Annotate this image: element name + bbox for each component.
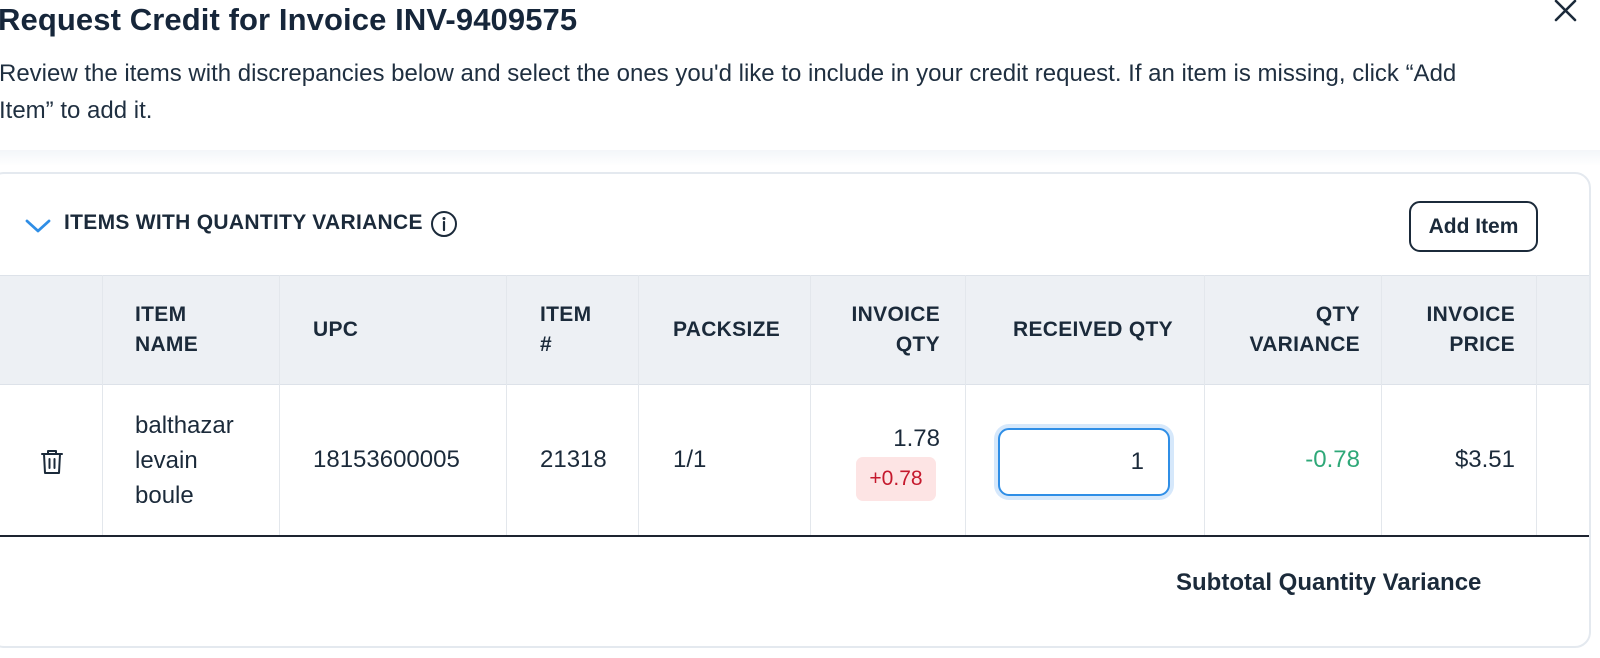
section-title: ITEMS WITH QUANTITY VARIANCE — [64, 211, 423, 234]
item-name-line1: balthazar — [135, 411, 234, 439]
trash-icon — [41, 450, 63, 474]
delete-row-button[interactable] — [40, 448, 64, 476]
col-header-qty-variance-line1: QTY — [1315, 303, 1360, 326]
header-divider-shadow — [0, 150, 1600, 166]
col-header-item-number-line2: # — [540, 333, 552, 356]
collapse-toggle[interactable] — [24, 216, 52, 236]
cell-packsize: 1/1 — [673, 446, 707, 473]
col-header-invoice-price-line2: PRICE — [1449, 333, 1515, 356]
item-name-line3: boule — [135, 481, 194, 509]
cell-item-name: balthazar levain boule — [135, 385, 275, 535]
col-header-invoice-qty-line1: INVOICE — [851, 303, 940, 326]
section-header: ITEMS WITH QUANTITY VARIANCE Add Item — [0, 174, 1589, 280]
col-header-item-number-line1: ITEM — [540, 303, 592, 326]
cell-invoice-price: $3.51 — [1454, 446, 1515, 473]
dialog-title: Request Credit for Invoice INV-9409575 — [0, 2, 578, 37]
col-header-invoice-price[interactable]: INVOICE PRICE — [1400, 276, 1515, 384]
col-header-qty-variance[interactable]: QTY VARIANCE — [1220, 276, 1360, 384]
col-header-item-number[interactable]: ITEM # — [540, 276, 630, 384]
col-header-item-name[interactable]: ITEM NAME — [135, 276, 275, 384]
info-tooltip-trigger[interactable] — [430, 210, 458, 238]
cell-upc: 18153600005 — [313, 446, 460, 473]
subtotal-label: Subtotal Quantity Variance — [1176, 569, 1482, 596]
table-row: balthazar levain boule 18153600005 21318… — [0, 385, 1589, 537]
qty-difference-badge: +0.78 — [856, 457, 936, 501]
col-header-packsize[interactable]: PACKSIZE — [673, 276, 803, 384]
close-button[interactable] — [1550, 0, 1580, 24]
col-header-item-name-line1: ITEM — [135, 303, 187, 326]
table-header: ITEM NAME UPC ITEM # PACKSIZE INVOICE QTY R… — [0, 275, 1589, 385]
col-header-invoice-qty-line2: QTY — [895, 333, 940, 356]
col-header-received-qty[interactable]: RECEIVED QTY — [1013, 276, 1193, 384]
received-qty-input[interactable] — [998, 428, 1170, 496]
add-item-button[interactable]: Add Item — [1409, 201, 1538, 252]
chevron-down-icon — [25, 219, 51, 233]
col-header-item-name-line2: NAME — [135, 333, 199, 356]
items-card: ITEMS WITH QUANTITY VARIANCE Add Item IT… — [0, 172, 1591, 648]
col-header-qty-variance-line2: VARIANCE — [1249, 333, 1360, 356]
item-name-line2: levain — [135, 446, 198, 474]
col-header-upc[interactable]: UPC — [313, 276, 433, 384]
cell-qty-variance: -0.78 — [1305, 446, 1360, 473]
dialog-description: Review the items with discrepancies belo… — [0, 60, 1457, 124]
close-icon — [1554, 0, 1577, 22]
col-header-invoice-qty[interactable]: INVOICE QTY — [820, 276, 940, 384]
cell-item-number: 21318 — [540, 446, 607, 473]
cell-invoice-qty: 1.78 — [893, 425, 940, 452]
col-header-invoice-price-line1: INVOICE — [1426, 303, 1515, 326]
info-icon — [431, 211, 457, 237]
